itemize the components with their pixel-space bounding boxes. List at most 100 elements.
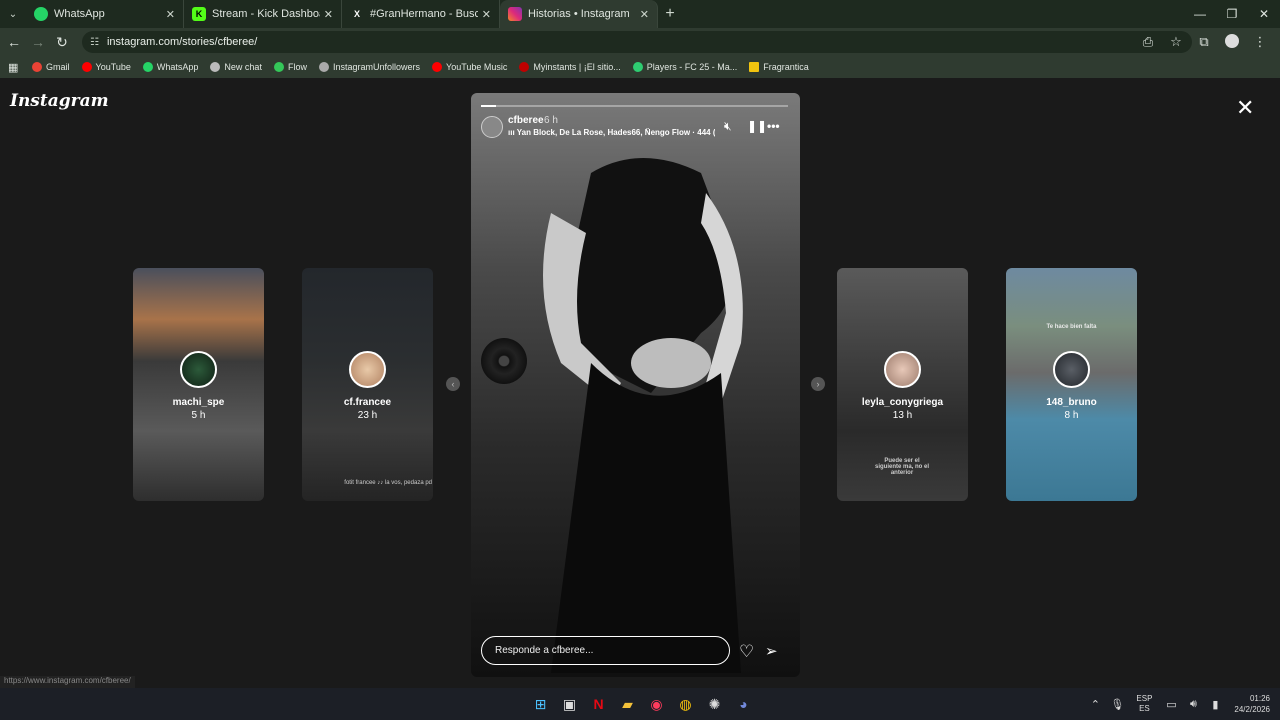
story-preview-cf-francee[interactable]: cf.francee 23 h fotit francee ♪♪ la vos,… [302,268,433,501]
bookmark-gmail[interactable]: Gmail [32,62,70,72]
system-tray: ⌃ 🎙︎ ESP ES ▭ 🔊︎ ▮ 01:26 24/2/2026 [1084,688,1270,720]
youtube-icon [81,62,92,72]
heart-icon[interactable]: ♡ [739,642,754,662]
site-info-icon[interactable]: ☷ [90,37,99,48]
avatar [180,351,217,388]
story-caption: fotit francee ♪♪ la vos, pedaza pd [344,480,432,486]
bookmark-fragrantica[interactable]: Fragrantica [749,62,809,72]
story-age: 13 h [892,410,913,421]
bookmark-star-icon[interactable]: ☆ [1162,34,1190,50]
story-preview-leyla-conygriega[interactable]: leyla_conygriega 13 h Puede ser el sigui… [837,268,968,501]
reload-button[interactable]: ↻ [50,34,74,51]
tab-title: WhatsApp [54,8,105,20]
whatsapp-icon [142,62,153,72]
minimize-button[interactable]: — [1184,0,1216,28]
close-stories-button[interactable]: ✕ [1236,95,1254,121]
story-author-avatar[interactable] [481,116,503,138]
microphone-icon[interactable]: 🎙︎ [1106,698,1128,711]
volume-icon[interactable]: 🔊︎ [1182,698,1204,711]
profile-avatar[interactable] [1218,33,1246,51]
language-indicator[interactable]: ESP ES [1136,694,1152,714]
extensions-icon[interactable]: ⧉ [1190,34,1218,50]
close-icon[interactable]: ✕ [324,8,333,21]
tab-x-search[interactable]: X #GranHermano - Buscar / X ✕ [342,0,500,28]
new-tab-button[interactable]: + [658,5,682,23]
bookmarks-bar: ▦ Gmail YouTube WhatsApp New chat Flow I… [0,56,1280,78]
network-icon[interactable]: ▭ [1160,698,1182,711]
store-icon[interactable]: ▣ [555,696,584,713]
fragrantica-icon [749,62,760,72]
tab-kick-dashboard[interactable]: K Stream - Kick Dashboard ✕ [184,0,342,28]
bookmark-new-chat[interactable]: New chat [210,62,262,72]
bookmark-players-fc25[interactable]: Players - FC 25 - Ma... [632,62,737,72]
story-media [543,158,743,673]
story-caption: Puede ser el siguiente ma, no el anterio… [874,458,929,476]
instagram-logo[interactable]: Instagram [10,91,109,111]
netflix-icon[interactable]: N [584,696,613,712]
story-username: 148_bruno [1046,397,1097,408]
next-story-button[interactable]: › [811,377,825,391]
window-controls: — ❐ ✕ [1184,0,1280,28]
bookmark-youtube[interactable]: YouTube [81,62,131,72]
story-progress-bar [481,105,788,107]
story-username: machi_spe [172,397,225,408]
gmail-icon [32,62,42,72]
close-icon[interactable]: ✕ [640,8,649,21]
battery-icon[interactable]: ▮ [1204,698,1226,711]
address-bar[interactable]: ☷ instagram.com/stories/cfberee/ [82,31,1192,53]
x-icon: X [353,9,360,19]
story-music-label[interactable]: ııı Yan Block, De La Rose, Hades66, Ñeng… [508,128,715,137]
bookmark-youtube-music[interactable]: YouTube Music [432,62,507,72]
tab-instagram-stories[interactable]: Historias • Instagram ✕ [500,0,658,28]
kick-icon: K [192,7,206,21]
clock[interactable]: 01:26 24/2/2026 [1234,693,1270,715]
whatsapp-icon [34,7,48,21]
close-window-button[interactable]: ✕ [1248,0,1280,28]
file-explorer-icon[interactable]: ▰ [613,696,642,713]
close-icon[interactable]: ✕ [482,8,491,21]
pause-icon[interactable]: ❚❚ [747,119,767,133]
back-button[interactable]: ← [2,34,26,50]
avatar [349,351,386,388]
install-app-icon[interactable]: ⎙ [1134,34,1162,50]
story-time: 6 h [544,115,558,126]
avatar [1053,351,1090,388]
menu-kebab-icon[interactable]: ⋮ [1246,34,1274,50]
bookmark-whatsapp[interactable]: WhatsApp [142,62,198,72]
chrome-icon[interactable]: ◍ [671,696,700,713]
media-player-icon[interactable]: ◉ [642,696,671,713]
taskbar-apps: ⊞ ▣ N ▰ ◉ ◍ ✺ ◕ [526,688,758,720]
story-preview-148-bruno[interactable]: 148_bruno 8 h Te hace bien falta [1006,268,1137,501]
bookmark-instagram-unfollowers[interactable]: InstagramUnfollowers [318,62,420,72]
tab-title: Stream - Kick Dashboard [212,8,320,20]
restore-button[interactable]: ❐ [1216,0,1248,28]
story-age: 5 h [191,410,206,421]
windows-start-icon[interactable]: ⊞ [526,696,555,713]
story-author-username[interactable]: cfberee [508,115,544,126]
reply-input[interactable]: Responde a cfberee... [481,636,730,665]
previous-story-button[interactable]: ‹ [446,377,460,391]
active-story[interactable]: cfberee 6 h ııı Yan Block, De La Rose, H… [471,93,800,677]
bookmark-myinstants[interactable]: Myinstants | ¡El sitio... [519,62,621,72]
tab-whatsapp[interactable]: WhatsApp ✕ [26,0,184,28]
mute-icon[interactable]: 🔇︎ [724,119,732,134]
music-bars-icon: ııı [508,128,517,137]
tab-title: #GranHermano - Buscar / X [370,8,478,20]
address-url: instagram.com/stories/cfberee/ [106,36,258,48]
futbin-icon [632,62,643,72]
instagram-stories-page: Instagram ✕ machi_spe 5 h cf.francee 23 … [0,81,1280,688]
chatgpt-icon [210,62,221,72]
chatgpt-icon[interactable]: ✺ [700,696,729,713]
status-bar-url: https://www.instagram.com/cfberee/ [0,676,135,688]
send-icon[interactable]: ➢ [765,642,778,660]
tab-title: Historias • Instagram [528,8,630,20]
chevron-up-icon[interactable]: ⌃ [1084,698,1106,711]
tab-search-button[interactable]: ⌄ [0,0,26,28]
close-icon[interactable]: ✕ [166,8,175,21]
more-options-icon[interactable]: ••• [767,119,780,133]
forward-button[interactable]: → [26,34,50,50]
apps-grid-icon[interactable]: ▦ [8,61,20,74]
bookmark-flow[interactable]: Flow [273,62,307,72]
discord-icon[interactable]: ◕ [729,696,758,712]
story-preview-machi-spe[interactable]: machi_spe 5 h [133,268,264,501]
